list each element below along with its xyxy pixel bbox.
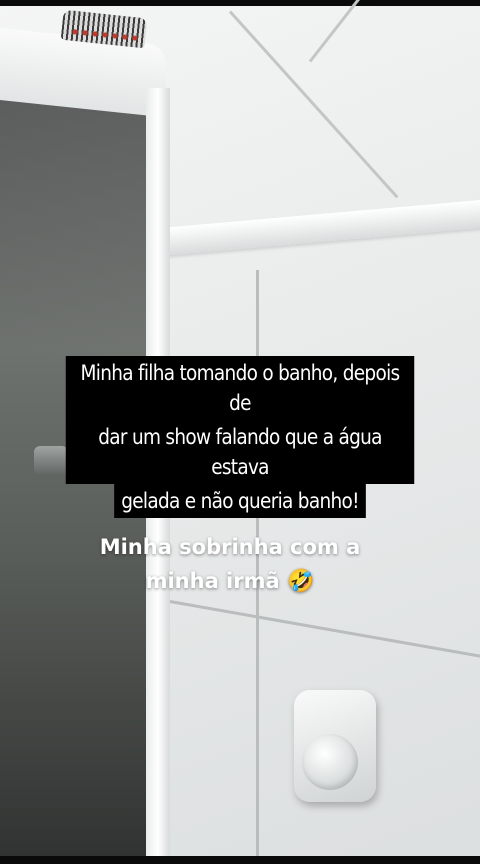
- subcaption-line-2: minha irmã 🤣: [60, 564, 400, 599]
- tile-grout: [169, 600, 480, 659]
- caption-line: Minha filha tomando o banho, depois de: [65, 356, 415, 420]
- flush-button-icon: [302, 734, 358, 790]
- laughing-emoji-icon: 🤣: [286, 569, 315, 594]
- tile-trim: [160, 198, 480, 256]
- story-subcaption: Minha sobrinha com a minha irmã 🤣: [60, 530, 400, 599]
- story-caption: Minha filha tomando o banho, depois de d…: [42, 356, 438, 518]
- bottom-edge: [0, 856, 480, 864]
- tile-grout: [228, 10, 399, 199]
- top-edge: [0, 0, 480, 6]
- subcaption-text: minha irmã: [145, 569, 280, 593]
- caption-line: dar um show falando que a água estava: [65, 420, 415, 484]
- caption-line: gelada e não queria banho!: [114, 484, 366, 518]
- subcaption-line: Minha sobrinha com a: [99, 535, 361, 559]
- tile-grout: [308, 0, 435, 63]
